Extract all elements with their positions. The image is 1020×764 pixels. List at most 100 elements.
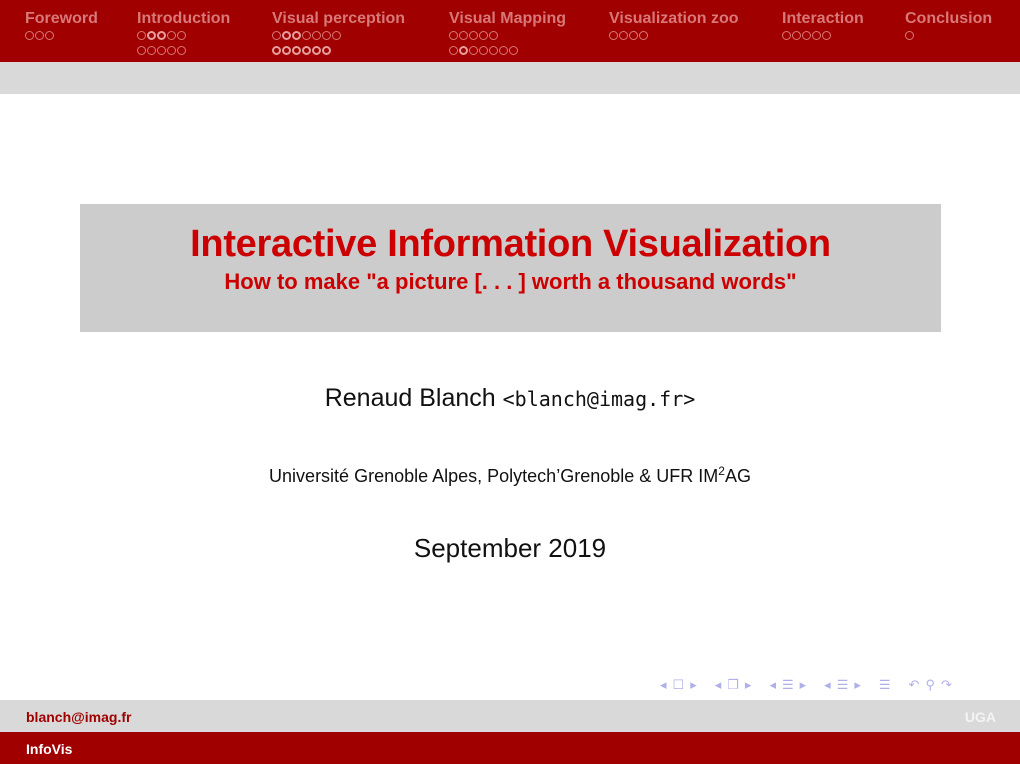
section-icon[interactable]: ☰	[782, 677, 794, 693]
frame-dot-icon[interactable]	[469, 46, 478, 55]
frame-dot-icon[interactable]	[499, 46, 508, 55]
section-visualization-zoo[interactable]: Visualization zoo	[609, 10, 739, 43]
frame-dot-icon[interactable]	[812, 31, 821, 40]
institute-superscript: 2	[718, 464, 725, 478]
frame-dot-icon[interactable]	[469, 31, 478, 40]
section-visual-mapping[interactable]: Visual Mapping	[449, 10, 566, 58]
frame-dot-icon[interactable]	[302, 31, 311, 40]
forward-icon[interactable]: ↷	[941, 677, 952, 693]
frame-icon[interactable]: ☐	[673, 677, 685, 693]
slide-subtitle: How to make "a picture [. . . ] worth a …	[224, 269, 797, 294]
slide-title: Interactive Information Visualization	[190, 223, 831, 265]
back-icon[interactable]: ↶	[909, 677, 920, 693]
beamer-navigation-symbols: ◂ ☐ ▸ ◂ ❐ ▸ ◂ ☰ ▸ ◂ ☰ ▸ ☰ ↶ ⚲ ↷	[660, 676, 958, 694]
subsection-dots	[905, 31, 992, 43]
footer-author: blanch@imag.fr	[26, 709, 132, 725]
frame-dot-icon[interactable]	[157, 46, 166, 55]
section-visual-perception[interactable]: Visual perception	[272, 10, 405, 58]
author-line: Renaud Blanch <blanch@imag.fr>	[0, 384, 1020, 413]
subsection-dots	[449, 31, 566, 43]
subsection-dots	[137, 31, 230, 43]
frame-dot-icon[interactable]	[792, 31, 801, 40]
frame-dot-icon[interactable]	[167, 31, 176, 40]
frame-dot-icon[interactable]	[449, 46, 458, 55]
section-conclusion[interactable]: Conclusion	[905, 10, 992, 43]
frame-dot-icon[interactable]	[45, 31, 54, 40]
frame-dot-icon[interactable]	[25, 31, 34, 40]
section-introduction[interactable]: Introduction	[137, 10, 230, 58]
frame-dot-icon[interactable]	[177, 31, 186, 40]
section-title[interactable]: Conclusion	[905, 10, 992, 28]
section-title[interactable]: Visual perception	[272, 10, 405, 28]
frame-dot-icon[interactable]	[137, 46, 146, 55]
frame-dot-icon[interactable]	[137, 31, 146, 40]
frame-dot-icon[interactable]	[609, 31, 618, 40]
part-icon[interactable]: ☰	[837, 677, 849, 693]
frame-next-icon[interactable]: ▸	[690, 677, 697, 693]
section-prev-icon[interactable]: ◂	[769, 677, 776, 693]
frame-dot-icon[interactable]	[282, 46, 291, 55]
section-title[interactable]: Introduction	[137, 10, 230, 28]
frame-dot-icon[interactable]	[822, 31, 831, 40]
frame-dot-icon[interactable]	[147, 31, 156, 40]
part-next-icon[interactable]: ▸	[854, 677, 861, 693]
subsection-prev-icon[interactable]: ◂	[715, 677, 722, 693]
frame-dot-icon[interactable]	[802, 31, 811, 40]
frame-dot-icon[interactable]	[272, 31, 281, 40]
frame-dot-icon[interactable]	[177, 46, 186, 55]
subsection-icon[interactable]: ❐	[727, 677, 739, 693]
subsection-dots	[25, 31, 98, 43]
section-foreword[interactable]: Foreword	[25, 10, 98, 43]
section-title[interactable]: Foreword	[25, 10, 98, 28]
subsection-dots	[272, 46, 405, 58]
document-icon[interactable]: ☰	[879, 677, 891, 693]
section-navigation-bar: Foreword Introduction Visual perception Vis…	[0, 0, 1020, 62]
footer-institute: UGA	[964, 709, 996, 725]
frame-dot-icon[interactable]	[619, 31, 628, 40]
frame-dot-icon[interactable]	[479, 46, 488, 55]
frame-dot-icon[interactable]	[292, 31, 301, 40]
frame-dot-icon[interactable]	[489, 31, 498, 40]
section-title[interactable]: Visualization zoo	[609, 10, 739, 28]
part-prev-icon[interactable]: ◂	[824, 677, 831, 693]
frame-dot-icon[interactable]	[272, 46, 281, 55]
frame-dot-icon[interactable]	[459, 31, 468, 40]
frame-dot-icon[interactable]	[302, 46, 311, 55]
frame-prev-icon[interactable]: ◂	[660, 677, 667, 693]
footer-author-bar: blanch@imag.fr UGA	[0, 700, 1020, 732]
author-email[interactable]: <blanch@imag.fr>	[503, 387, 696, 411]
frame-dot-icon[interactable]	[312, 46, 321, 55]
frame-dot-icon[interactable]	[459, 46, 468, 55]
frame-dot-icon[interactable]	[489, 46, 498, 55]
frame-dot-icon[interactable]	[332, 31, 341, 40]
frame-dot-icon[interactable]	[639, 31, 648, 40]
frame-dot-icon[interactable]	[312, 31, 321, 40]
frame-dot-icon[interactable]	[782, 31, 791, 40]
institute-suffix: AG	[724, 466, 751, 486]
frame-dot-icon[interactable]	[509, 46, 518, 55]
subsection-next-icon[interactable]: ▸	[745, 677, 752, 693]
frame-dot-icon[interactable]	[322, 31, 331, 40]
subsection-dots	[137, 46, 230, 58]
section-interaction[interactable]: Interaction	[782, 10, 864, 43]
frame-dot-icon[interactable]	[292, 46, 301, 55]
frame-dot-icon[interactable]	[167, 46, 176, 55]
frame-dot-icon[interactable]	[35, 31, 44, 40]
section-title[interactable]: Interaction	[782, 10, 864, 28]
institute-prefix: Université Grenoble Alpes, Polytech’Gren…	[269, 466, 719, 486]
frame-dot-icon[interactable]	[322, 46, 331, 55]
subsection-bar	[0, 62, 1020, 94]
section-next-icon[interactable]: ▸	[800, 677, 807, 693]
frame-dot-icon[interactable]	[905, 31, 914, 40]
frame-dot-icon[interactable]	[479, 31, 488, 40]
frame-dot-icon[interactable]	[157, 31, 166, 40]
frame-dot-icon[interactable]	[147, 46, 156, 55]
frame-dot-icon[interactable]	[629, 31, 638, 40]
subsection-dots	[449, 46, 566, 58]
frame-dot-icon[interactable]	[449, 31, 458, 40]
section-title[interactable]: Visual Mapping	[449, 10, 566, 28]
search-icon[interactable]: ⚲	[925, 677, 935, 693]
subsection-dots	[272, 31, 405, 43]
footer-title-bar: InfoVis	[0, 732, 1020, 764]
frame-dot-icon[interactable]	[282, 31, 291, 40]
